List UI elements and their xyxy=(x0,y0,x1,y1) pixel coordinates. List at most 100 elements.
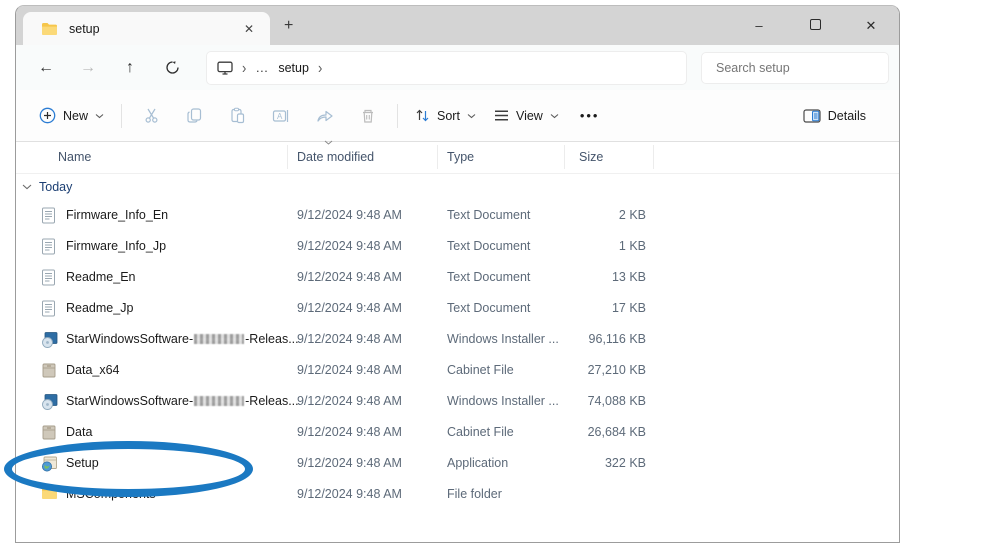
breadcrumb-current[interactable]: setup xyxy=(278,61,309,75)
annotation-circle xyxy=(4,441,253,497)
file-size: 2 KB xyxy=(556,208,646,222)
chevron-down-icon xyxy=(95,113,104,119)
column-header-type[interactable]: Type xyxy=(447,150,474,164)
toolbar-divider xyxy=(121,104,122,128)
file-size: 17 KB xyxy=(556,301,646,315)
copy-icon[interactable] xyxy=(173,101,216,130)
breadcrumb-ellipsis[interactable]: … xyxy=(255,60,269,75)
sort-direction-icon xyxy=(324,140,333,145)
file-name: Data xyxy=(66,425,92,439)
file-size: 27,210 KB xyxy=(556,363,646,377)
file-type: Text Document xyxy=(447,208,530,222)
column-header-name[interactable]: Name xyxy=(58,150,91,164)
column-header-date-modified[interactable]: Date modified xyxy=(297,150,374,164)
file-size: 13 KB xyxy=(556,270,646,284)
file-row[interactable]: Firmware_Info_Jp 9/12/2024 9:48 AM Text … xyxy=(16,231,899,262)
file-size: 74,088 KB xyxy=(556,394,646,408)
column-headers: Name Date modified Type Size xyxy=(16,142,899,174)
redacted-text xyxy=(194,396,244,406)
file-name: StarWindowsSoftware--Releas... xyxy=(66,332,299,346)
file-date: 9/12/2024 9:48 AM xyxy=(297,456,402,470)
sort-button[interactable]: Sort xyxy=(406,102,485,129)
file-row[interactable]: StarWindowsSoftware--Releas... 9/12/2024… xyxy=(16,386,899,417)
file-name: Readme_En xyxy=(66,270,136,284)
folder-icon xyxy=(41,22,58,36)
file-name: StarWindowsSoftware--Releas... xyxy=(66,394,299,408)
windows-installer-icon xyxy=(41,331,58,348)
search-box[interactable] xyxy=(701,52,889,84)
file-row[interactable]: Data_x64 9/12/2024 9:48 AM Cabinet File … xyxy=(16,355,899,386)
breadcrumb-chevron-icon: › xyxy=(318,59,322,77)
group-header-today[interactable]: Today xyxy=(16,174,899,200)
file-name: Firmware_Info_En xyxy=(66,208,168,222)
file-size: 322 KB xyxy=(556,456,646,470)
file-type: Windows Installer ... xyxy=(447,394,559,408)
refresh-icon[interactable] xyxy=(152,60,192,75)
command-toolbar: New xyxy=(16,90,899,142)
tab-close-icon[interactable]: ✕ xyxy=(238,20,260,38)
cut-icon[interactable] xyxy=(130,101,173,130)
text-document-icon xyxy=(41,207,58,224)
forward-icon[interactable]: → xyxy=(68,59,108,77)
file-date: 9/12/2024 9:48 AM xyxy=(297,270,402,284)
view-button-label: View xyxy=(516,109,543,123)
column-header-size[interactable]: Size xyxy=(579,150,603,164)
file-date: 9/12/2024 9:48 AM xyxy=(297,208,402,222)
sort-arrows-icon xyxy=(415,108,430,123)
window-controls: – ✕ xyxy=(731,6,899,45)
text-document-icon xyxy=(41,238,58,255)
file-date: 9/12/2024 9:48 AM xyxy=(297,239,402,253)
file-type: Cabinet File xyxy=(447,425,514,439)
delete-icon[interactable] xyxy=(347,102,389,130)
text-document-icon xyxy=(41,300,58,317)
chevron-down-icon xyxy=(467,113,476,119)
search-input[interactable] xyxy=(714,60,876,76)
toolbar-divider xyxy=(397,104,398,128)
file-row[interactable]: Readme_Jp 9/12/2024 9:48 AM Text Documen… xyxy=(16,293,899,324)
back-icon[interactable]: ← xyxy=(26,59,66,77)
svg-text:A: A xyxy=(277,112,283,121)
close-icon[interactable]: ✕ xyxy=(843,18,899,34)
view-lines-icon xyxy=(494,109,509,122)
file-row[interactable]: Readme_En 9/12/2024 9:48 AM Text Documen… xyxy=(16,262,899,293)
details-pane-label: Details xyxy=(828,109,866,123)
tab-title: setup xyxy=(69,22,238,36)
new-button-label: New xyxy=(63,109,88,123)
file-date: 9/12/2024 9:48 AM xyxy=(297,332,402,346)
this-pc-monitor-icon[interactable] xyxy=(217,61,233,75)
new-tab-icon[interactable]: + xyxy=(284,18,293,34)
up-icon[interactable]: ↑ xyxy=(110,59,150,77)
file-name: Firmware_Info_Jp xyxy=(66,239,166,253)
file-row[interactable]: StarWindowsSoftware--Releas... 9/12/2024… xyxy=(16,324,899,355)
file-row[interactable]: Firmware_Info_En 9/12/2024 9:48 AM Text … xyxy=(16,200,899,231)
windows-installer-icon xyxy=(41,393,58,410)
sort-button-label: Sort xyxy=(437,109,460,123)
breadcrumb-chevron-icon: › xyxy=(242,59,246,77)
file-type: Text Document xyxy=(447,301,530,315)
file-type: Application xyxy=(447,456,508,470)
group-label: Today xyxy=(39,180,72,194)
file-date: 9/12/2024 9:48 AM xyxy=(297,394,402,408)
file-date: 9/12/2024 9:48 AM xyxy=(297,487,402,501)
file-date: 9/12/2024 9:48 AM xyxy=(297,363,402,377)
paste-icon[interactable] xyxy=(216,101,259,130)
cabinet-file-icon xyxy=(41,424,58,441)
minimize-icon[interactable]: – xyxy=(731,18,787,33)
file-type: Text Document xyxy=(447,270,530,284)
file-size: 96,116 KB xyxy=(556,332,646,346)
text-document-icon xyxy=(41,269,58,286)
share-icon[interactable] xyxy=(303,102,347,130)
plus-circle-icon xyxy=(39,107,56,124)
file-size: 1 KB xyxy=(556,239,646,253)
rename-icon[interactable]: A xyxy=(259,102,303,130)
tab-setup[interactable]: setup ✕ xyxy=(23,12,270,45)
file-name: Data_x64 xyxy=(66,363,120,377)
file-date: 9/12/2024 9:48 AM xyxy=(297,301,402,315)
chevron-down-icon xyxy=(550,113,559,119)
more-options-icon[interactable]: ••• xyxy=(568,108,612,123)
details-pane-button[interactable]: Details xyxy=(794,103,875,129)
view-button[interactable]: View xyxy=(485,103,568,129)
new-button[interactable]: New xyxy=(30,101,113,130)
maximize-icon[interactable] xyxy=(787,18,843,33)
address-bar[interactable]: › … setup › xyxy=(206,51,687,85)
